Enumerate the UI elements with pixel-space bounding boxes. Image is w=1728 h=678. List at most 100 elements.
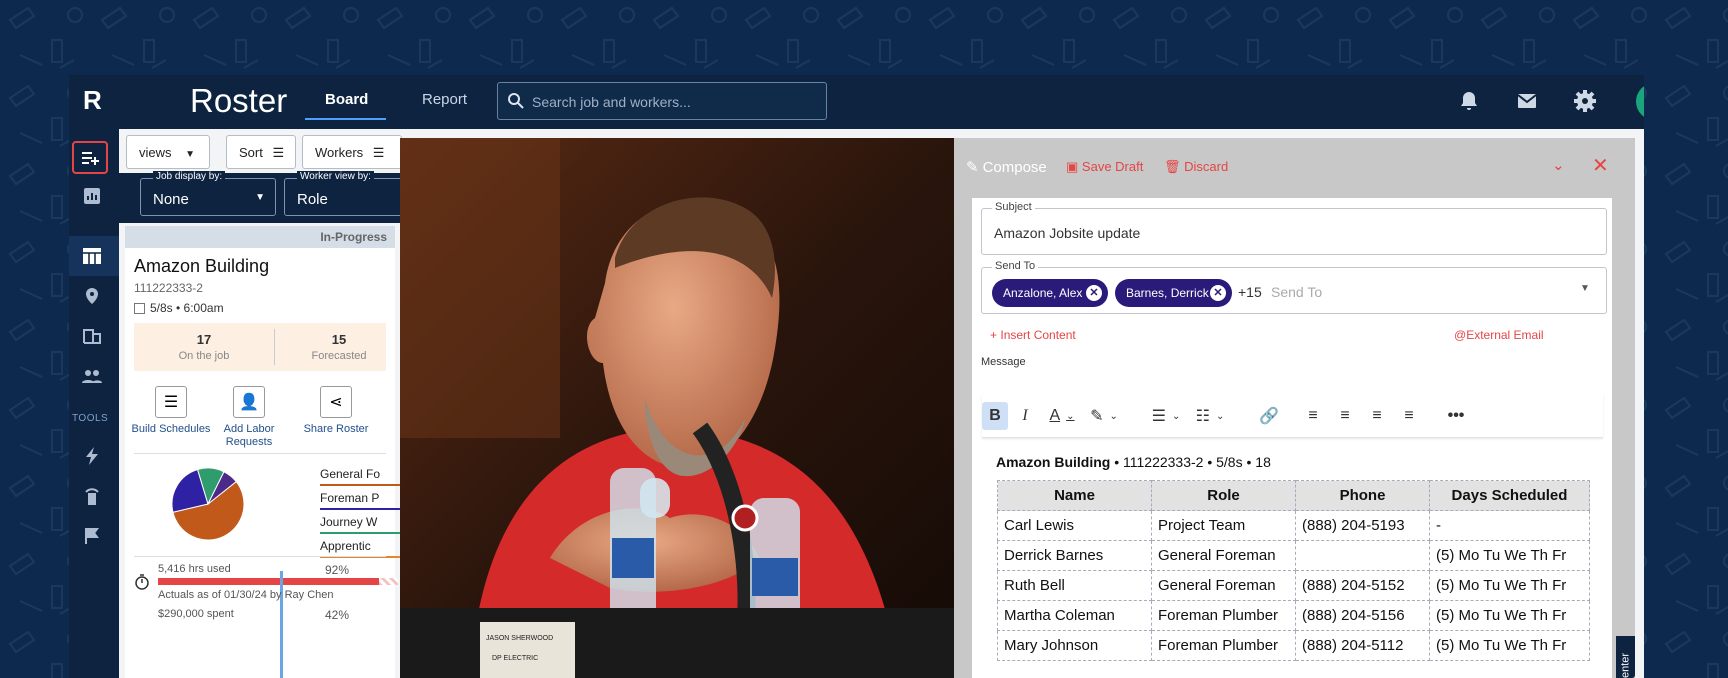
- settings-gear-icon[interactable]: [1573, 89, 1597, 113]
- views-label: views: [139, 145, 172, 160]
- remove-chip-icon[interactable]: ✕: [1086, 285, 1102, 301]
- tab-report[interactable]: Report: [422, 91, 467, 108]
- job-display-select[interactable]: Job display by: None ▼: [140, 171, 276, 216]
- text-color-icon[interactable]: A ⌄: [1044, 402, 1080, 430]
- search-input[interactable]: Search job and workers...: [497, 82, 827, 120]
- mail-icon[interactable]: [1515, 89, 1539, 113]
- broadcast-icon[interactable]: [78, 482, 106, 510]
- table-cell: Foreman Plumber: [1151, 600, 1296, 631]
- sort-button[interactable]: Sort ☰: [226, 135, 296, 169]
- more-options-icon[interactable]: •••: [1444, 402, 1468, 430]
- remove-chip-icon[interactable]: ✕: [1210, 285, 1226, 301]
- bullet-list-icon[interactable]: ☰ ⌄: [1148, 402, 1184, 430]
- recipient-chip[interactable]: Barnes, Derrick ✕: [1115, 279, 1232, 307]
- add-schedule-icon[interactable]: [72, 141, 108, 174]
- col-header: Phone: [1295, 480, 1430, 511]
- buildings-icon[interactable]: [78, 322, 106, 350]
- table-cell: -: [1429, 510, 1590, 541]
- actuals-note: Actuals as of 01/30/24 by Ray Chen: [158, 589, 334, 601]
- table-cell: Martha Coleman: [997, 600, 1152, 631]
- table-cell: (888) 204-5156: [1295, 600, 1430, 631]
- job-display-label: Job display by:: [153, 171, 226, 182]
- stat-on-job-value: 17: [196, 332, 212, 347]
- roster-logo: R: [83, 85, 102, 115]
- board-icon[interactable]: [78, 242, 106, 270]
- calendar-icon: [134, 302, 145, 314]
- subject-label: Subject: [992, 201, 1035, 213]
- plus-icon: +: [990, 328, 998, 342]
- italic-icon[interactable]: I: [1014, 402, 1036, 430]
- budget-percent: 42%: [325, 608, 350, 622]
- legend-item: General Fo: [320, 462, 400, 486]
- send-to-field[interactable]: Send To Anzalone, Alex ✕ Barnes, Derrick ✕…: [981, 260, 1607, 314]
- bold-icon[interactable]: B: [982, 402, 1008, 430]
- worker-view-value: Role: [297, 191, 328, 208]
- add-labor-requests-button[interactable]: 👤: [233, 386, 265, 418]
- share-roster-label[interactable]: Share Roster: [295, 423, 377, 435]
- close-icon[interactable]: ✕: [1592, 153, 1609, 178]
- subject-field[interactable]: Subject Amazon Jobsite update: [981, 201, 1607, 255]
- table-cell: (888) 204-5112: [1295, 630, 1430, 661]
- more-recipients-count[interactable]: +15: [1238, 284, 1262, 300]
- job-display-value: None: [153, 191, 189, 208]
- justify-icon[interactable]: ≡: [1398, 402, 1420, 430]
- side-tab[interactable]: enter: [1616, 636, 1635, 678]
- trash-icon: 🗑: [1164, 159, 1181, 174]
- worker-view-select[interactable]: Worker view by: Role: [284, 171, 404, 216]
- link-icon[interactable]: 🔗: [1258, 402, 1280, 430]
- user-avatar[interactable]: AA: [1636, 83, 1644, 120]
- highlight-icon[interactable]: ✎ ⌄: [1086, 402, 1122, 430]
- external-email-button[interactable]: @External Email: [1454, 328, 1544, 342]
- sort-label: Sort: [239, 145, 263, 160]
- at-icon: @: [1454, 328, 1467, 342]
- location-icon[interactable]: [78, 282, 106, 310]
- people-icon[interactable]: [78, 362, 106, 390]
- budget-spent: $290,000 spent: [158, 608, 234, 620]
- discard-button[interactable]: 🗑 Discard: [1164, 159, 1228, 175]
- job-name: Amazon Building: [134, 256, 270, 276]
- views-dropdown[interactable]: views ▼: [126, 135, 210, 169]
- collapse-chevron-icon[interactable]: ⌄: [1552, 156, 1565, 174]
- reports-icon[interactable]: [78, 182, 106, 210]
- add-person-icon: 👤: [239, 394, 259, 411]
- align-left-icon[interactable]: ≡: [1302, 402, 1324, 430]
- chevron-down-icon[interactable]: ▼: [1580, 283, 1590, 294]
- share-roster-button[interactable]: ⋖: [320, 386, 352, 418]
- hours-percent: 92%: [325, 563, 350, 577]
- save-draft-button[interactable]: ▣ Save Draft: [1066, 159, 1143, 175]
- job-card[interactable]: In-Progress Amazon Building 111222333-2 …: [125, 226, 400, 678]
- align-right-icon[interactable]: ≡: [1366, 402, 1388, 430]
- recipient-chip[interactable]: Anzalone, Alex ✕: [992, 279, 1108, 307]
- table-cell: (888) 204-5152: [1295, 570, 1430, 601]
- share-icon: ⋖: [329, 394, 343, 411]
- pencil-icon: ✎: [966, 159, 979, 176]
- insert-content-button[interactable]: + Insert Content: [990, 328, 1076, 342]
- col-header: Role: [1151, 480, 1296, 511]
- build-schedules-button[interactable]: ☰: [155, 386, 187, 418]
- legend-item: Foreman P: [320, 486, 400, 510]
- compose-form: Subject Amazon Jobsite update Send To An…: [972, 198, 1612, 678]
- job-stats: 17 On the job 15 Forecasted: [134, 323, 386, 371]
- lightning-icon[interactable]: [78, 442, 106, 470]
- table-cell: Project Team: [1151, 510, 1296, 541]
- stat-forecasted-label: Forecasted: [311, 350, 367, 362]
- active-tab-underline: [305, 118, 386, 120]
- workers-label: Workers: [315, 145, 364, 160]
- add-labor-label[interactable]: Add Labor Requests: [220, 423, 278, 449]
- person-photo: JASON SHERWOOD DP ELECTRIC: [400, 138, 954, 678]
- send-to-label: Send To: [992, 260, 1039, 272]
- tab-board[interactable]: Board: [325, 91, 368, 108]
- editor-toolbar: B I A ⌄ ✎ ⌄ ☰ ⌄ ☷ ⌄ 🔗 ≡ ≡ ≡ ≡ •••: [982, 394, 1603, 438]
- build-schedules-label[interactable]: Build Schedules: [125, 423, 217, 435]
- flag-icon[interactable]: [78, 522, 106, 550]
- workers-filter-button[interactable]: Workers ☰: [302, 135, 402, 169]
- message-heading: Amazon Building • 111222333-2 • 5/8s • 1…: [996, 454, 1271, 470]
- sort-icon: ☰: [272, 145, 285, 160]
- numbered-list-icon[interactable]: ☷ ⌄: [1192, 402, 1228, 430]
- table-cell: Derrick Barnes: [997, 540, 1152, 571]
- col-header: Name: [997, 480, 1152, 511]
- notification-bell-icon[interactable]: [1457, 89, 1481, 113]
- align-center-icon[interactable]: ≡: [1334, 402, 1356, 430]
- role-legend: General Fo Foreman P Journey W Apprentic: [320, 462, 400, 558]
- legend-item: Apprentic: [320, 534, 400, 558]
